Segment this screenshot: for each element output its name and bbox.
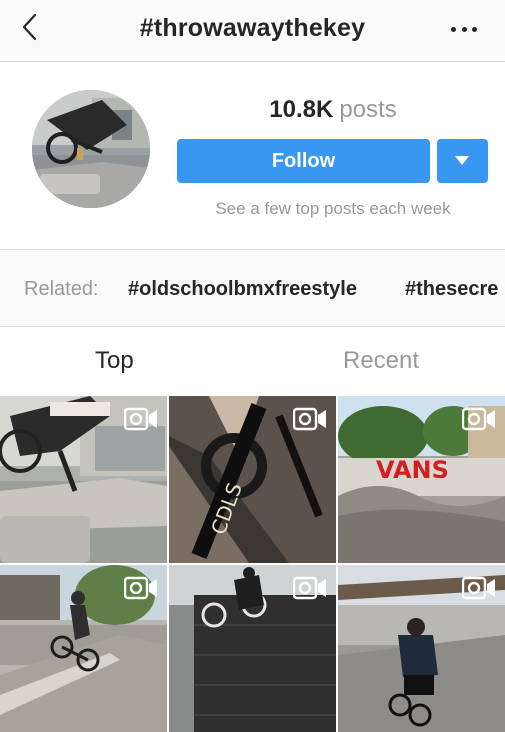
grid-post[interactable] [169,565,336,732]
grid-post[interactable] [0,565,167,732]
video-camera-icon [462,407,495,431]
triangle-down-icon [455,156,469,165]
feed-tabs: Top Recent [0,327,505,395]
tab-top[interactable]: Top [95,347,134,375]
posts-label: posts [339,96,397,123]
grid-post[interactable] [0,396,167,563]
follow-hint: See a few top posts each week [215,199,451,218]
video-camera-icon [462,576,495,600]
more-horizontal-icon[interactable] [451,24,477,34]
related-tag[interactable]: #thesecre [405,278,498,301]
video-camera-icon [293,576,326,600]
follow-options-button[interactable] [437,139,488,183]
hashtag-header: 10.8K posts Follow See a few top posts ea… [0,62,505,250]
vans-sign: VANS [376,456,449,484]
page-title: #throwawaythekey [139,14,366,42]
grid-post[interactable]: VANS [338,396,505,563]
posts-count: 10.8K posts [178,96,488,124]
posts-grid: CDLS VANS [0,396,505,732]
related-label: Related: [24,278,99,300]
grid-post[interactable]: CDLS [169,396,336,563]
grid-post[interactable] [338,565,505,732]
follow-button[interactable]: Follow [177,139,430,183]
hashtag-avatar[interactable] [32,90,150,208]
posts-number: 10.8K [269,96,334,123]
video-camera-icon [124,407,157,431]
related-hashtags: Related: #oldschoolbmxfreestyle #thesecr… [0,250,505,327]
related-tag[interactable]: #oldschoolbmxfreestyle [128,278,357,301]
video-camera-icon [124,576,157,600]
video-camera-icon [293,407,326,431]
tab-recent[interactable]: Recent [343,347,419,375]
navigation-bar: #throwawaythekey [0,0,505,62]
